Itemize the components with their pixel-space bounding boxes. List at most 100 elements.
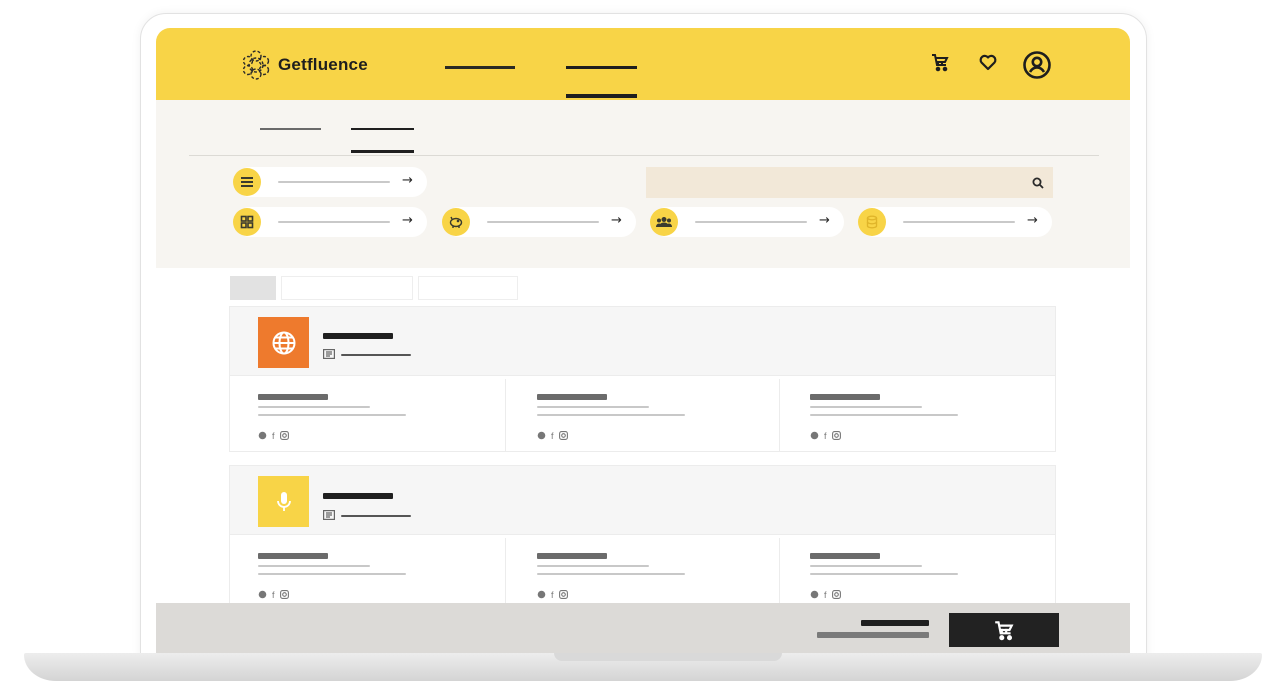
- coins-icon: [858, 208, 886, 236]
- category-icon: [323, 510, 335, 520]
- quick-link-label: [903, 221, 1015, 223]
- brand-logo[interactable]: Getfluence: [242, 48, 368, 82]
- site-card[interactable]: f f f: [229, 306, 1056, 452]
- website-icon: [810, 427, 819, 445]
- card-title: [323, 333, 393, 339]
- instagram-icon: [558, 427, 568, 445]
- facebook-icon: f: [551, 430, 554, 441]
- sub-tab-active-indicator: [351, 150, 414, 153]
- instagram-icon: [831, 427, 841, 445]
- sub-tab-1[interactable]: [260, 128, 321, 130]
- filters-area: → → → → →: [156, 100, 1130, 268]
- column-divider: [779, 379, 780, 451]
- website-icon: [258, 586, 267, 604]
- brand-name: Getfluence: [278, 55, 368, 74]
- podcast-card[interactable]: f f f: [229, 465, 1056, 617]
- microphone-icon: [258, 476, 309, 527]
- quick-link-piggy[interactable]: →: [442, 207, 636, 237]
- category-icon: [323, 349, 335, 359]
- header-nav-active-indicator: [566, 94, 637, 98]
- column-line: [258, 406, 370, 408]
- column-title: [258, 394, 328, 400]
- card-column: f: [537, 394, 787, 468]
- quick-link-group[interactable]: →: [650, 207, 844, 237]
- column-title: [810, 553, 880, 559]
- column-title: [258, 553, 328, 559]
- card-header: [230, 307, 1055, 376]
- quick-link-list[interactable]: →: [233, 167, 427, 197]
- header-nav-item-2[interactable]: [566, 66, 637, 69]
- website-icon: [537, 427, 546, 445]
- column-line: [258, 414, 406, 416]
- column-line: [537, 565, 649, 567]
- grid-icon: [233, 208, 261, 236]
- arrow-right-icon: →: [611, 213, 622, 228]
- results-area: f f f f f f: [156, 268, 1130, 617]
- column-line: [810, 565, 922, 567]
- user-icon[interactable]: [1022, 50, 1052, 80]
- piggy-bank-icon: [442, 208, 470, 236]
- tab-2[interactable]: [281, 276, 413, 300]
- card-header: [230, 466, 1055, 535]
- top-header: Getfluence: [156, 28, 1130, 100]
- column-line: [258, 565, 370, 567]
- search-icon: [1032, 177, 1044, 189]
- social-icons: f: [537, 427, 568, 445]
- card-subtitle: [341, 354, 411, 356]
- cart-icon[interactable]: [930, 52, 950, 72]
- tab-1[interactable]: [230, 276, 276, 300]
- app-screen: Getfluence → → → → → f f f f f f: [156, 28, 1130, 655]
- list-icon: [233, 168, 261, 196]
- cart-checkout-button[interactable]: [949, 613, 1059, 647]
- quick-link-label: [695, 221, 807, 223]
- quick-link-label: [278, 221, 390, 223]
- column-line: [537, 414, 685, 416]
- website-icon: [537, 586, 546, 604]
- instagram-icon: [831, 586, 841, 604]
- card-subtitle: [341, 515, 411, 517]
- sub-tab-2[interactable]: [351, 128, 414, 130]
- quick-link-coins[interactable]: →: [858, 207, 1052, 237]
- social-icons: f: [810, 427, 841, 445]
- column-title: [537, 553, 607, 559]
- column-line: [537, 573, 685, 575]
- column-line: [537, 406, 649, 408]
- social-icons: f: [258, 427, 289, 445]
- instagram-icon: [279, 586, 289, 604]
- tab-3[interactable]: [418, 276, 518, 300]
- search-input[interactable]: [646, 167, 1053, 198]
- quick-link-grid[interactable]: →: [233, 207, 427, 237]
- cart-total: [861, 620, 929, 626]
- facebook-icon: f: [272, 589, 275, 600]
- instagram-icon: [558, 586, 568, 604]
- facebook-icon: f: [824, 430, 827, 441]
- arrow-right-icon: →: [1027, 213, 1038, 228]
- header-nav-item-1[interactable]: [445, 66, 515, 69]
- laptop-notch: [554, 653, 782, 661]
- facebook-icon: f: [551, 589, 554, 600]
- column-divider: [505, 379, 506, 451]
- brand-logo-icon: [242, 50, 270, 80]
- card-title: [323, 493, 393, 499]
- laptop-base: [24, 653, 1262, 681]
- website-icon: [258, 427, 267, 445]
- arrow-right-icon: →: [819, 213, 830, 228]
- cart-subtotal: [817, 632, 929, 638]
- group-icon: [650, 208, 678, 236]
- card-column: f: [258, 394, 508, 468]
- social-icons: f: [810, 586, 841, 604]
- social-icons: f: [537, 586, 568, 604]
- heart-icon[interactable]: [978, 52, 998, 72]
- column-line: [810, 406, 922, 408]
- column-line: [810, 414, 958, 416]
- arrow-right-icon: →: [402, 213, 413, 228]
- arrow-right-icon: →: [402, 173, 413, 188]
- quick-link-label: [278, 181, 390, 183]
- instagram-icon: [279, 427, 289, 445]
- column-title: [537, 394, 607, 400]
- facebook-icon: f: [824, 589, 827, 600]
- social-icons: f: [258, 586, 289, 604]
- cart-icon: [995, 621, 1014, 641]
- quick-link-label: [487, 221, 599, 223]
- facebook-icon: f: [272, 430, 275, 441]
